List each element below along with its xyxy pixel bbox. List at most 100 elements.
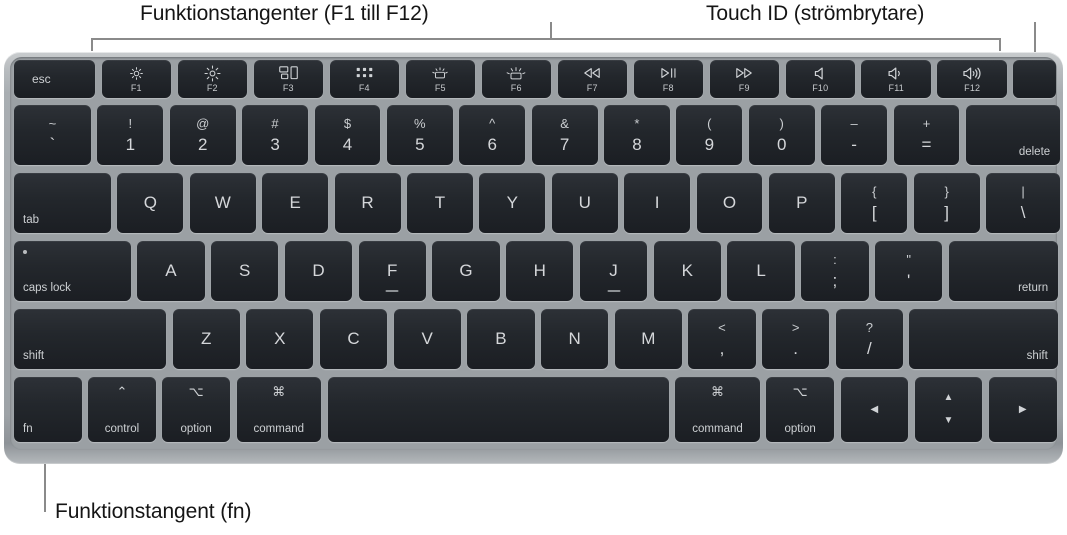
key-shift-left[interactable]: shift [14,309,167,369]
key-label: W [214,193,231,212]
key-command-right[interactable]: ⌘ command [675,377,760,442]
key-f12[interactable]: F12 [937,60,1007,98]
key-3[interactable]: #3 [242,105,308,165]
key-tab[interactable]: tab [14,173,111,233]
key-label: L [756,261,766,280]
brightness-down-icon [129,65,144,81]
key-period[interactable]: >. [762,309,830,369]
key-backslash[interactable]: | \ [986,173,1061,233]
key-w[interactable]: W [189,173,256,233]
key-f3[interactable]: F3 [253,60,324,98]
key-esc[interactable]: esc [14,60,96,98]
key-label: T [434,193,446,212]
key-7[interactable]: & 7 [531,105,598,165]
key-equal[interactable]: + = [893,105,960,165]
key-label: F5 [434,83,446,93]
key-bracket-left[interactable]: {[ [841,173,908,233]
key-p[interactable]: P [768,173,835,233]
key-4[interactable]: $4 [314,105,381,165]
key-f4[interactable]: F4 [329,60,400,98]
key-2[interactable]: @2 [169,105,236,165]
key-label: delete [1018,146,1051,158]
key-arrow-up-down[interactable]: ▲ ▼ [914,377,983,442]
key-v[interactable]: V [393,309,461,369]
key-b[interactable]: B [467,309,535,369]
key-8[interactable]: * 8 [604,105,670,165]
key-x[interactable]: X [246,309,314,369]
key-o[interactable]: O [696,173,763,233]
key-return[interactable]: return [948,241,1059,301]
key-grave[interactable]: ~ ` [14,105,91,165]
key-label: fn [23,423,33,435]
key-label: C [347,329,360,348]
key-u[interactable]: U [551,173,618,233]
key-k[interactable]: K [653,241,721,301]
key-5[interactable]: % 5 [386,105,453,165]
key-legend-upper: * [634,116,640,131]
key-q[interactable]: Q [117,173,184,233]
key-arrow-left[interactable]: ◀ [840,377,909,442]
key-h[interactable]: H [506,241,574,301]
key-f11[interactable]: F11 [861,60,931,98]
key-i[interactable]: I [624,173,691,233]
key-comma[interactable]: <, [688,309,756,369]
key-label: Z [200,329,212,348]
key-arrow-right[interactable]: ▶ [988,377,1057,442]
function-keys-bracket-tick-left [91,38,93,51]
key-f[interactable]: F [358,241,426,301]
key-legend-lower: ' [907,271,911,290]
key-space[interactable] [327,377,669,442]
key-label: F7 [586,83,598,93]
key-slash[interactable]: ? / [835,309,903,369]
key-6[interactable]: ^ 6 [459,105,526,165]
key-f6[interactable]: F6 [481,60,551,98]
key-bracket-right[interactable]: }] [913,173,980,233]
arrow-up-glyph: ▲ [943,392,954,403]
key-delete[interactable]: delete [965,105,1061,165]
key-command-left[interactable]: ⌘ command [236,377,322,442]
key-option-right[interactable]: ⌥ option [766,377,834,442]
key-9[interactable]: (9 [676,105,743,165]
key-label: caps lock [23,282,71,294]
key-caps-lock[interactable]: caps lock [14,241,131,301]
key-semicolon[interactable]: :; [801,241,869,301]
key-0[interactable]: ) 0 [748,105,815,165]
key-quote[interactable]: " ' [875,241,943,301]
key-label: command [253,422,305,435]
key-f1[interactable]: F1 [101,60,172,98]
key-f2[interactable]: F2 [177,60,248,98]
key-r[interactable]: R [334,173,401,233]
key-z[interactable]: Z [172,309,240,369]
key-f9[interactable]: F9 [709,60,779,98]
key-label: F [387,261,398,280]
key-legend-lower: 6 [487,135,497,154]
key-minus[interactable]: – - [821,105,888,165]
key-1[interactable]: ! 1 [97,105,164,165]
key-l[interactable]: L [727,241,795,301]
key-g[interactable]: G [432,241,500,301]
key-label: F12 [964,83,981,93]
key-j[interactable]: J [579,241,648,301]
key-c[interactable]: C [319,309,388,369]
key-f5[interactable]: F5 [405,60,476,98]
key-f8[interactable]: F8 [633,60,703,98]
key-n[interactable]: N [541,309,609,369]
key-a[interactable]: A [137,241,205,301]
key-t[interactable]: T [407,173,473,233]
key-shift-right[interactable]: shift [909,309,1058,369]
key-y[interactable]: Y [479,173,546,233]
modifier-symbol-icon: ⌘ [711,384,725,399]
key-d[interactable]: D [284,241,353,301]
key-label: F1 [130,83,142,93]
key-fn[interactable]: fn [14,377,82,442]
key-label: Q [143,193,158,212]
key-option-left[interactable]: ⌥ option [162,377,230,442]
key-touch-id[interactable] [1013,60,1056,98]
key-f7[interactable]: F7 [557,60,627,98]
key-m[interactable]: M [614,309,682,369]
key-s[interactable]: S [211,241,279,301]
key-f10[interactable]: F10 [785,60,855,98]
key-legend-upper: $ [343,116,352,131]
key-e[interactable]: E [262,173,329,233]
key-control[interactable]: ⌃ control [88,377,156,442]
